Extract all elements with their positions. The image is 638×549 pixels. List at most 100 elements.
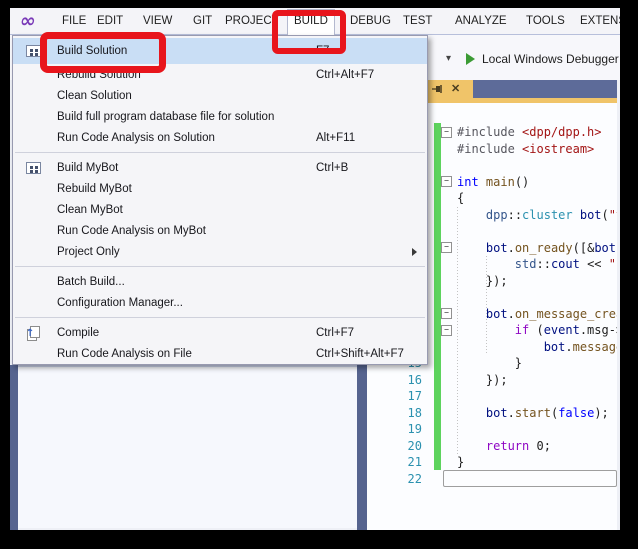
- fold-gutter: [441, 273, 457, 290]
- fold-toggle[interactable]: −: [441, 240, 457, 257]
- menubar-item-analyze[interactable]: ANALYZE: [449, 9, 513, 34]
- code-line: });: [441, 372, 617, 389]
- code-line: [441, 289, 617, 306]
- menu-item-label: Compile: [57, 327, 99, 339]
- menubar-item-debug[interactable]: DEBUG: [344, 9, 397, 34]
- menu-item-run-code-analysis-on-solution[interactable]: Run Code Analysis on Solution Alt+F11: [13, 127, 427, 148]
- active-document-tab[interactable]: ✕: [423, 80, 473, 98]
- code-line: std::cout << "L: [441, 256, 617, 273]
- code-line: [441, 421, 617, 438]
- menu-item-label: Build full program database file for sol…: [57, 111, 274, 123]
- fold-gutter: [441, 388, 457, 405]
- code-line-text: std::cout << "L: [457, 256, 617, 273]
- chevron-down-icon[interactable]: ▾: [446, 53, 451, 65]
- code-line-text: });: [457, 372, 508, 389]
- menu-item-clean-mybot[interactable]: Clean MyBot: [13, 199, 427, 220]
- fold-gutter: [441, 339, 457, 356]
- fold-gutter: [441, 405, 457, 422]
- code-line: − if (event.msg->: [441, 322, 617, 339]
- line-number: 21: [396, 454, 422, 471]
- menu-item-run-code-analysis-on-file[interactable]: Run Code Analysis on File Ctrl+Shift+Alt+…: [13, 343, 427, 364]
- fold-toggle[interactable]: −: [441, 306, 457, 323]
- menu-item-shortcut: Ctrl+B: [316, 162, 348, 174]
- code-line-text: bot.start(false);: [457, 405, 609, 422]
- current-line-indicator: [443, 470, 617, 487]
- fold-gutter: [441, 256, 457, 273]
- menubar-item-file[interactable]: FILE: [56, 9, 92, 34]
- code-line-text: bot.on_message_crea: [457, 306, 617, 323]
- menu-item-label: Clean MyBot: [57, 204, 123, 216]
- fold-toggle[interactable]: −: [441, 322, 457, 339]
- code-line-text: #include <iostream>: [457, 141, 594, 158]
- run-local-windows-debugger-button[interactable]: Local Windows Debugger: [466, 49, 619, 69]
- code-line: − bot.on_ready([&bot]: [441, 240, 617, 257]
- code-text-area[interactable]: −#include <dpp/dpp.h>#include <iostream>…: [441, 124, 617, 487]
- pane-splitter[interactable]: [357, 365, 367, 530]
- code-line-text: dpp::cluster bot("t: [457, 207, 617, 224]
- fold-gutter: [441, 190, 457, 207]
- menubar-item-tools[interactable]: TOOLS: [520, 9, 571, 34]
- line-number: 18: [396, 405, 422, 422]
- menu-item-rebuild-mybot[interactable]: Rebuild MyBot: [13, 178, 427, 199]
- menu-item-project-only[interactable]: Project Only: [13, 241, 427, 262]
- collapse-minus-icon[interactable]: −: [441, 176, 452, 187]
- run-button-label: Local Windows Debugger: [482, 52, 619, 66]
- fold-gutter: [441, 421, 457, 438]
- line-number: 16: [396, 372, 422, 389]
- menu-item-shortcut: Ctrl+Shift+Alt+F7: [316, 348, 404, 360]
- fold-toggle[interactable]: −: [441, 124, 457, 141]
- menu-item-build-mybot[interactable]: Build MyBot Ctrl+B: [13, 157, 427, 178]
- menu-separator: [15, 266, 425, 267]
- close-icon[interactable]: ✕: [451, 84, 460, 95]
- collapse-minus-icon[interactable]: −: [441, 325, 452, 336]
- code-line-text: {: [457, 190, 464, 207]
- visual-studio-logo-icon: ∞: [18, 10, 47, 32]
- code-line: return 0;: [441, 438, 617, 455]
- menu-separator: [15, 317, 425, 318]
- menu-item-label: Configuration Manager...: [57, 297, 183, 309]
- menu-item-configuration-manager[interactable]: Configuration Manager...: [13, 292, 427, 313]
- code-line-text: }: [457, 355, 522, 372]
- menu-item-shortcut: Alt+F11: [316, 132, 355, 144]
- menubar-item-view[interactable]: VIEW: [137, 9, 178, 34]
- menu-item-label: Build MyBot: [57, 162, 118, 174]
- menu-item-run-code-analysis-on-mybot[interactable]: Run Code Analysis on MyBot: [13, 220, 427, 241]
- menubar-item-extensions[interactable]: EXTENSIONS: [574, 9, 620, 34]
- menu-item-build-full-program-database-file-for-solution[interactable]: Build full program database file for sol…: [13, 106, 427, 127]
- code-line-text: if (event.msg->: [457, 322, 617, 339]
- fold-gutter: [441, 207, 457, 224]
- code-line: }: [441, 454, 617, 471]
- code-line: bot.message: [441, 339, 617, 356]
- menu-item-label: Run Code Analysis on Solution: [57, 132, 215, 144]
- submenu-arrow-icon: [412, 248, 417, 256]
- menu-item-clean-solution[interactable]: Clean Solution: [13, 85, 427, 106]
- menu-item-batch-build[interactable]: Batch Build...: [13, 271, 427, 292]
- code-line-text: bot.message: [457, 339, 617, 356]
- code-line: #include <iostream>: [441, 141, 617, 158]
- code-line: −int main(): [441, 174, 617, 191]
- fold-gutter: [441, 141, 457, 158]
- pin-icon[interactable]: [432, 84, 443, 94]
- code-line: [441, 223, 617, 240]
- visual-studio-window: ∞ FILEEDITVIEWGITPROJECTBUILDDEBUGTESTAN…: [10, 8, 620, 530]
- menubar-item-git[interactable]: GIT: [187, 9, 218, 34]
- menu-item-label: Rebuild MyBot: [57, 183, 132, 195]
- fold-gutter: [441, 355, 457, 372]
- screenshot-canvas: ∞ FILEEDITVIEWGITPROJECTBUILDDEBUGTESTAN…: [0, 0, 638, 549]
- fold-toggle[interactable]: −: [441, 174, 457, 191]
- code-line-text: #include <dpp/dpp.h>: [457, 124, 602, 141]
- code-line: {: [441, 190, 617, 207]
- menu-item-label: Clean Solution: [57, 90, 132, 102]
- collapse-minus-icon[interactable]: −: [441, 308, 452, 319]
- menu-item-compile[interactable]: CompileCtrl+F7: [13, 322, 427, 343]
- menubar-item-edit[interactable]: EDIT: [91, 9, 129, 34]
- menu-item-shortcut: Ctrl+Alt+F7: [316, 69, 374, 81]
- menu-separator: [15, 152, 425, 153]
- code-line-text: });: [457, 273, 508, 290]
- code-line-text: int main(): [457, 174, 529, 191]
- empty-tool-window-pane: [18, 365, 357, 528]
- collapse-minus-icon[interactable]: −: [441, 242, 452, 253]
- collapse-minus-icon[interactable]: −: [441, 127, 452, 138]
- menubar-item-test[interactable]: TEST: [397, 9, 438, 34]
- menu-item-label: Run Code Analysis on File: [57, 348, 192, 360]
